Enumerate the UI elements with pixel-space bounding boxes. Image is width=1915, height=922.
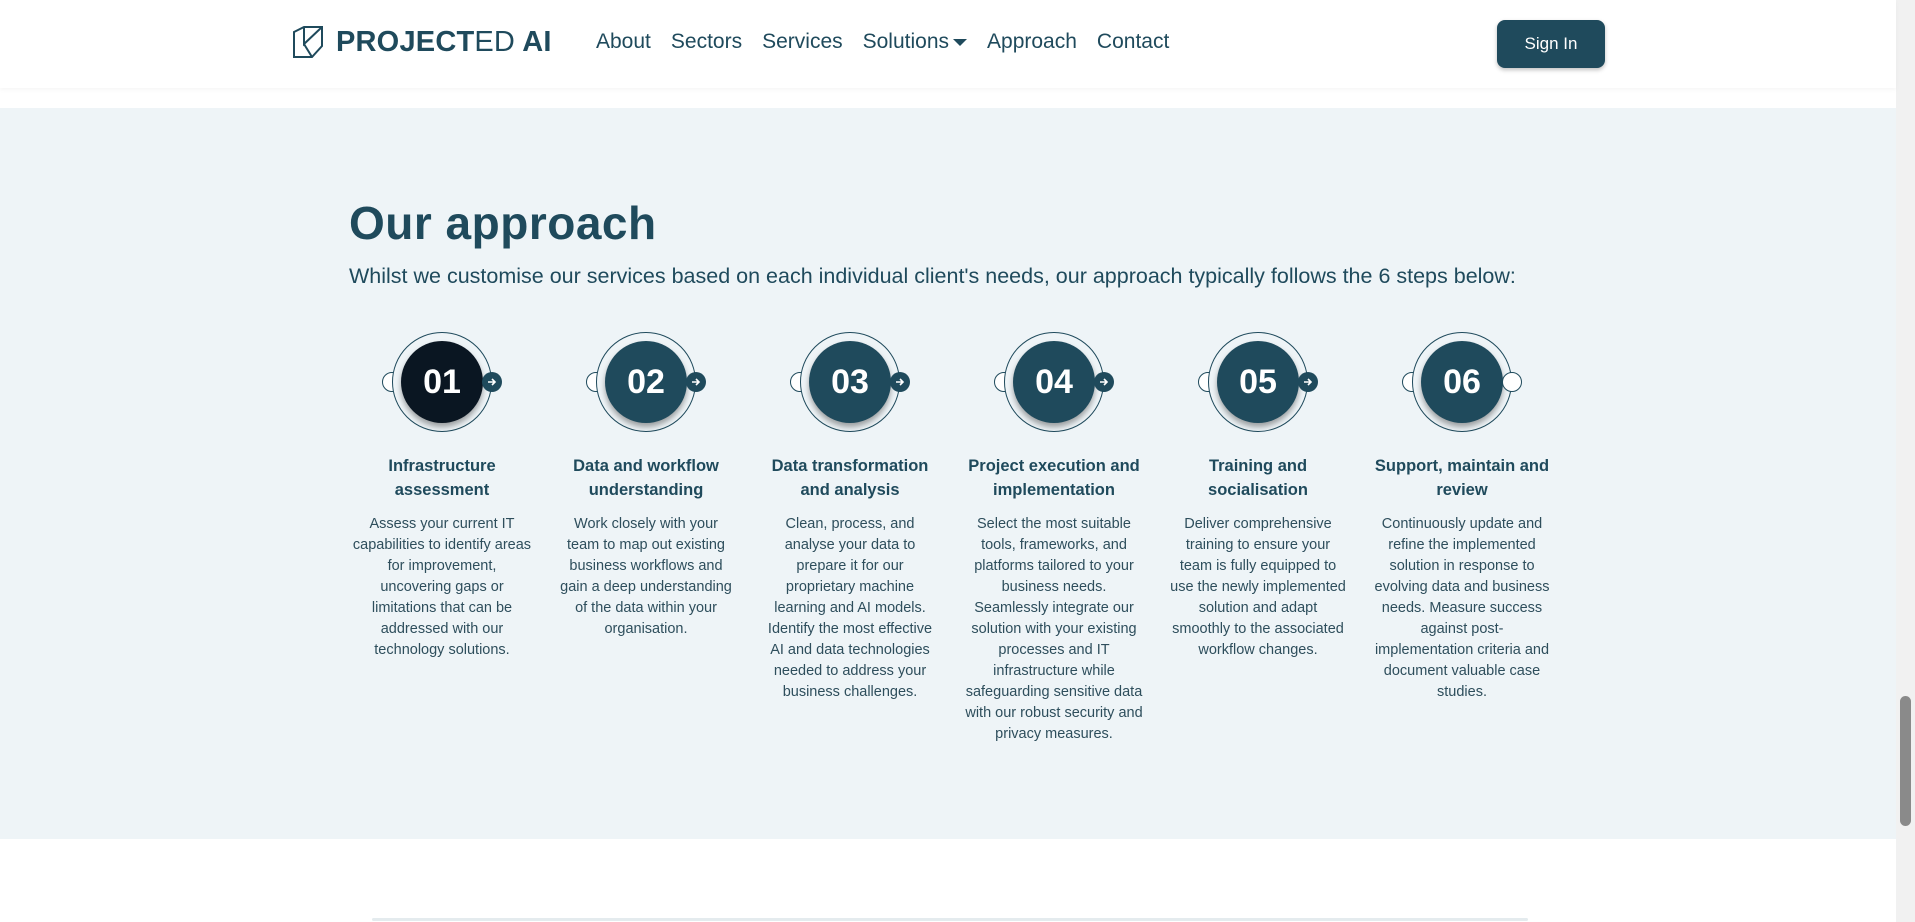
section-subtitle: Whilst we customise our services based o… [349, 264, 1516, 288]
nav-solutions[interactable]: Solutions [862, 30, 968, 54]
arrow-right-icon [890, 372, 910, 392]
caret-down-icon [953, 38, 968, 46]
step-title: Project execution and implementation [968, 457, 1140, 499]
logo-text-ai: AI [515, 25, 552, 58]
step-title: Data and workflow understanding [573, 457, 719, 499]
nav-approach[interactable]: Approach [987, 30, 1077, 54]
nav-services[interactable]: Services [762, 30, 843, 54]
step-number[interactable]: 02 [605, 341, 687, 423]
site-header: PROJECTED AI About Sectors Services Solu… [0, 0, 1896, 88]
main-nav: About Sectors Services Solutions Approac… [596, 30, 1189, 54]
step-number[interactable]: 03 [809, 341, 891, 423]
logo-text-bold: PROJECT [336, 25, 475, 58]
logo[interactable]: PROJECTED AI [290, 24, 552, 60]
page-scrollbar[interactable] [1896, 0, 1915, 922]
logo-icon [293, 26, 323, 58]
step-description: Deliver comprehensive training to ensure… [1170, 516, 1346, 658]
step-title: Data transformation and analysis [771, 457, 929, 499]
arrow-right-icon [482, 372, 502, 392]
steps-row: 01 Infrastructure assessment Assess your… [352, 332, 1552, 792]
arrow-right-icon [1298, 372, 1318, 392]
nav-sectors[interactable]: Sectors [671, 30, 742, 54]
step-description: Select the most suitable tools, framewor… [965, 516, 1143, 742]
sign-in-button[interactable]: Sign In [1497, 20, 1605, 68]
arrow-right-icon [686, 372, 706, 392]
step-description: Assess your current IT capabilities to i… [352, 516, 532, 658]
step-description: Clean, process, and analyse your data to… [767, 516, 933, 700]
step-number[interactable]: 05 [1217, 341, 1299, 423]
scrollbar-thumb[interactable] [1900, 696, 1911, 826]
section-title: Our approach [349, 197, 657, 249]
step-title: Support, maintain and review [1374, 457, 1550, 499]
step-number[interactable]: 04 [1013, 341, 1095, 423]
nav-contact[interactable]: Contact [1097, 30, 1169, 54]
approach-section: Our approach Whilst we customise our ser… [0, 108, 1896, 839]
logo-text-light: ED [474, 25, 516, 58]
step-number[interactable]: 06 [1421, 341, 1503, 423]
nav-solutions-label: Solutions [862, 30, 950, 53]
step-description: Work closely with your team to map out e… [560, 516, 732, 637]
arrow-right-icon [1094, 372, 1114, 392]
step-title: Training and socialisation [1208, 457, 1308, 499]
step-number[interactable]: 01 [401, 341, 483, 423]
logo-text: PROJECTED AI [336, 26, 552, 59]
nav-about[interactable]: About [596, 30, 651, 54]
next-section-edge [372, 918, 1528, 921]
step-description: Continuously update and refine the imple… [1374, 516, 1550, 700]
step-title: Infrastructure assessment [388, 457, 496, 499]
step-connector-right [1502, 372, 1522, 392]
